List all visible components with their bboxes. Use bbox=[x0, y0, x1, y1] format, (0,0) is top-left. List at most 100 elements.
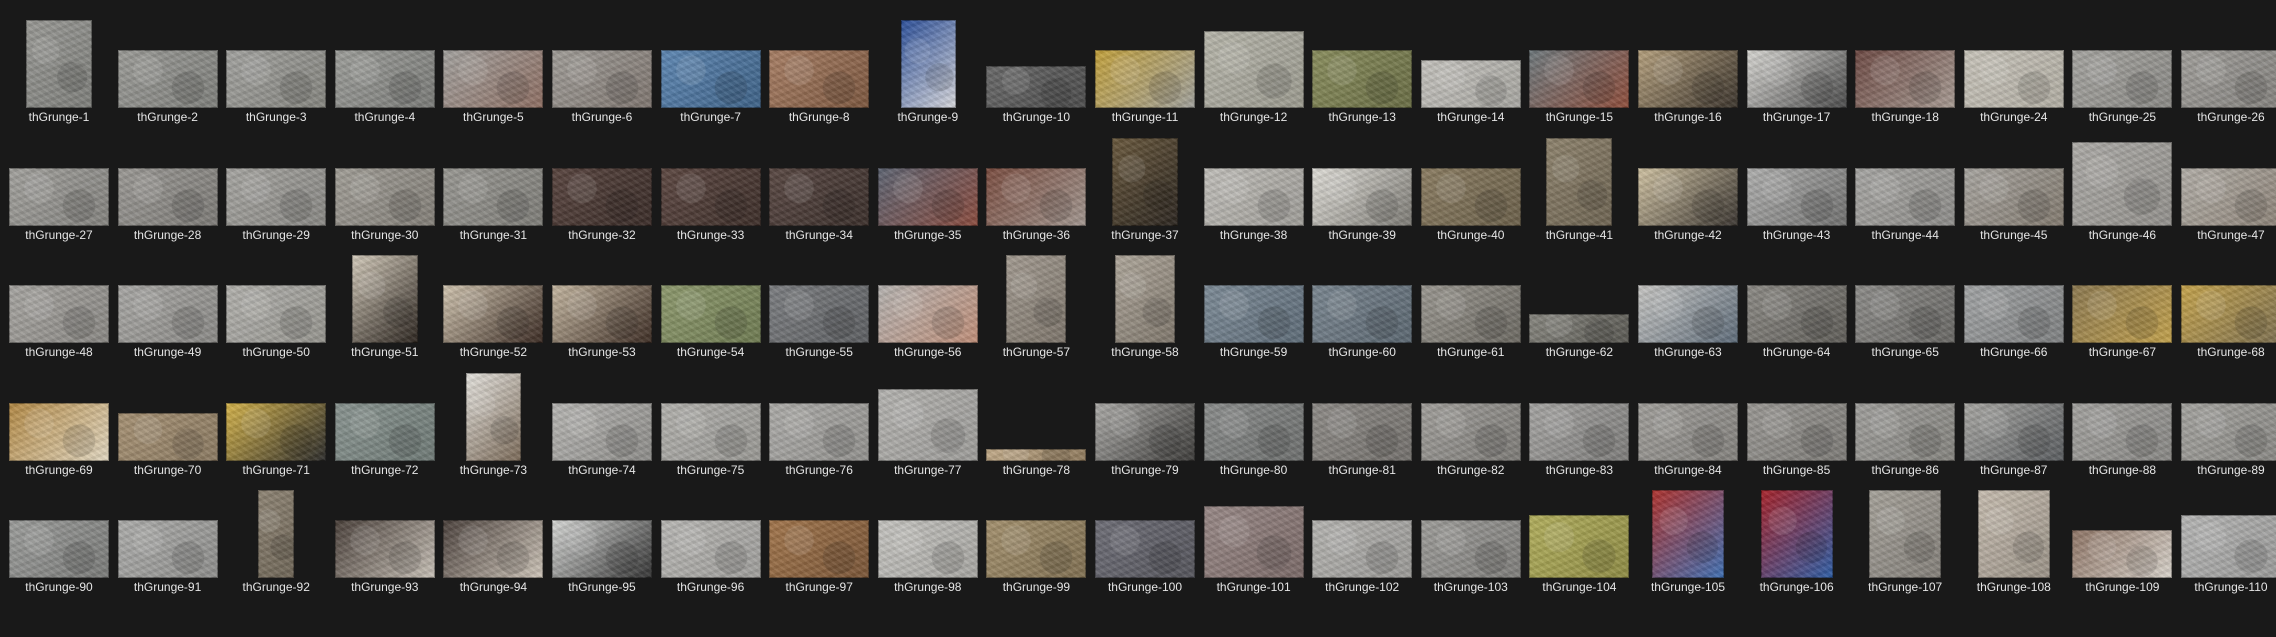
file-thumbnail-item[interactable]: thGrunge-72 bbox=[331, 363, 439, 480]
file-thumbnail-item[interactable]: thGrunge-38 bbox=[1200, 128, 1308, 245]
file-thumbnail-item[interactable]: thGrunge-42 bbox=[1634, 128, 1742, 245]
file-thumbnail-item[interactable]: thGrunge-59 bbox=[1200, 245, 1308, 362]
file-thumbnail-item[interactable]: thGrunge-8 bbox=[765, 10, 873, 127]
file-thumbnail-item[interactable]: thGrunge-45 bbox=[1960, 128, 2068, 245]
file-thumbnail-item[interactable]: thGrunge-74 bbox=[548, 363, 656, 480]
file-thumbnail-item[interactable]: thGrunge-44 bbox=[1851, 128, 1959, 245]
file-thumbnail-item[interactable]: thGrunge-5 bbox=[439, 10, 547, 127]
file-thumbnail-item[interactable]: thGrunge-56 bbox=[874, 245, 982, 362]
file-thumbnail-item[interactable]: thGrunge-90 bbox=[5, 480, 113, 597]
file-thumbnail-item[interactable]: thGrunge-105 bbox=[1634, 480, 1742, 597]
file-thumbnail-item[interactable]: thGrunge-70 bbox=[114, 363, 222, 480]
file-thumbnail-item[interactable]: thGrunge-91 bbox=[114, 480, 222, 597]
file-thumbnail-item[interactable]: thGrunge-9 bbox=[874, 10, 982, 127]
file-thumbnail-item[interactable]: thGrunge-62 bbox=[1525, 245, 1633, 362]
file-thumbnail-item[interactable]: thGrunge-10 bbox=[982, 10, 1090, 127]
file-thumbnail-item[interactable]: thGrunge-36 bbox=[982, 128, 1090, 245]
file-thumbnail-item[interactable]: thGrunge-89 bbox=[2177, 363, 2276, 480]
file-thumbnail-item[interactable]: thGrunge-46 bbox=[2068, 128, 2176, 245]
file-thumbnail-item[interactable]: thGrunge-11 bbox=[1091, 10, 1199, 127]
file-thumbnail-item[interactable]: thGrunge-75 bbox=[657, 363, 765, 480]
file-thumbnail-item[interactable]: thGrunge-26 bbox=[2177, 10, 2276, 127]
file-thumbnail-item[interactable]: thGrunge-43 bbox=[1743, 128, 1851, 245]
file-thumbnail-item[interactable]: thGrunge-16 bbox=[1634, 10, 1742, 127]
file-thumbnail-item[interactable]: thGrunge-84 bbox=[1634, 363, 1742, 480]
file-thumbnail-item[interactable]: thGrunge-78 bbox=[982, 363, 1090, 480]
file-thumbnail-item[interactable]: thGrunge-1 bbox=[5, 10, 113, 127]
file-thumbnail-item[interactable]: thGrunge-30 bbox=[331, 128, 439, 245]
file-thumbnail-item[interactable]: thGrunge-103 bbox=[1417, 480, 1525, 597]
file-thumbnail-item[interactable]: thGrunge-71 bbox=[222, 363, 330, 480]
file-thumbnail-item[interactable]: thGrunge-14 bbox=[1417, 10, 1525, 127]
file-thumbnail-item[interactable]: thGrunge-92 bbox=[222, 480, 330, 597]
file-thumbnail-item[interactable]: thGrunge-99 bbox=[982, 480, 1090, 597]
file-thumbnail-item[interactable]: thGrunge-29 bbox=[222, 128, 330, 245]
file-thumbnail-item[interactable]: thGrunge-28 bbox=[114, 128, 222, 245]
file-thumbnail-item[interactable]: thGrunge-12 bbox=[1200, 10, 1308, 127]
file-thumbnail-item[interactable]: thGrunge-65 bbox=[1851, 245, 1959, 362]
file-thumbnail-item[interactable]: thGrunge-49 bbox=[114, 245, 222, 362]
file-thumbnail-item[interactable]: thGrunge-25 bbox=[2068, 10, 2176, 127]
file-thumbnail-item[interactable]: thGrunge-83 bbox=[1525, 363, 1633, 480]
file-thumbnail-item[interactable]: thGrunge-107 bbox=[1851, 480, 1959, 597]
file-thumbnail-item[interactable]: thGrunge-106 bbox=[1743, 480, 1851, 597]
file-thumbnail-item[interactable]: thGrunge-76 bbox=[765, 363, 873, 480]
file-thumbnail-item[interactable]: thGrunge-55 bbox=[765, 245, 873, 362]
file-thumbnail-item[interactable]: thGrunge-58 bbox=[1091, 245, 1199, 362]
file-thumbnail-item[interactable]: thGrunge-64 bbox=[1743, 245, 1851, 362]
file-thumbnail-item[interactable]: thGrunge-102 bbox=[1308, 480, 1416, 597]
file-thumbnail-item[interactable]: thGrunge-27 bbox=[5, 128, 113, 245]
file-thumbnail-item[interactable]: thGrunge-54 bbox=[657, 245, 765, 362]
file-thumbnail-item[interactable]: thGrunge-32 bbox=[548, 128, 656, 245]
file-thumbnail-item[interactable]: thGrunge-86 bbox=[1851, 363, 1959, 480]
file-thumbnail-item[interactable]: thGrunge-77 bbox=[874, 363, 982, 480]
file-thumbnail-item[interactable]: thGrunge-24 bbox=[1960, 10, 2068, 127]
file-thumbnail-item[interactable]: thGrunge-98 bbox=[874, 480, 982, 597]
file-thumbnail-item[interactable]: thGrunge-48 bbox=[5, 245, 113, 362]
file-thumbnail-item[interactable]: thGrunge-73 bbox=[439, 363, 547, 480]
file-thumbnail-item[interactable]: thGrunge-61 bbox=[1417, 245, 1525, 362]
file-thumbnail-item[interactable]: thGrunge-63 bbox=[1634, 245, 1742, 362]
file-thumbnail-item[interactable]: thGrunge-87 bbox=[1960, 363, 2068, 480]
file-thumbnail-item[interactable]: thGrunge-88 bbox=[2068, 363, 2176, 480]
file-thumbnail-item[interactable]: thGrunge-85 bbox=[1743, 363, 1851, 480]
file-thumbnail-item[interactable]: thGrunge-2 bbox=[114, 10, 222, 127]
file-thumbnail-item[interactable]: thGrunge-6 bbox=[548, 10, 656, 127]
file-thumbnail-item[interactable]: thGrunge-94 bbox=[439, 480, 547, 597]
file-thumbnail-item[interactable]: thGrunge-104 bbox=[1525, 480, 1633, 597]
file-thumbnail-item[interactable]: thGrunge-57 bbox=[982, 245, 1090, 362]
file-thumbnail-item[interactable]: thGrunge-17 bbox=[1743, 10, 1851, 127]
file-thumbnail-item[interactable]: thGrunge-15 bbox=[1525, 10, 1633, 127]
file-thumbnail-item[interactable]: thGrunge-66 bbox=[1960, 245, 2068, 362]
file-thumbnail-item[interactable]: thGrunge-68 bbox=[2177, 245, 2276, 362]
file-thumbnail-item[interactable]: thGrunge-100 bbox=[1091, 480, 1199, 597]
file-thumbnail-item[interactable]: thGrunge-3 bbox=[222, 10, 330, 127]
file-thumbnail-item[interactable]: thGrunge-110 bbox=[2177, 480, 2276, 597]
file-thumbnail-item[interactable]: thGrunge-96 bbox=[657, 480, 765, 597]
file-thumbnail-item[interactable]: thGrunge-52 bbox=[439, 245, 547, 362]
file-thumbnail-item[interactable]: thGrunge-60 bbox=[1308, 245, 1416, 362]
file-thumbnail-item[interactable]: thGrunge-31 bbox=[439, 128, 547, 245]
file-thumbnail-item[interactable]: thGrunge-81 bbox=[1308, 363, 1416, 480]
file-thumbnail-item[interactable]: thGrunge-13 bbox=[1308, 10, 1416, 127]
file-thumbnail-item[interactable]: thGrunge-50 bbox=[222, 245, 330, 362]
file-thumbnail-item[interactable]: thGrunge-39 bbox=[1308, 128, 1416, 245]
file-thumbnail-item[interactable]: thGrunge-40 bbox=[1417, 128, 1525, 245]
file-thumbnail-item[interactable]: thGrunge-7 bbox=[657, 10, 765, 127]
file-thumbnail-item[interactable]: thGrunge-41 bbox=[1525, 128, 1633, 245]
file-thumbnail-item[interactable]: thGrunge-34 bbox=[765, 128, 873, 245]
file-thumbnail-item[interactable]: thGrunge-93 bbox=[331, 480, 439, 597]
file-thumbnail-item[interactable]: thGrunge-51 bbox=[331, 245, 439, 362]
file-thumbnail-item[interactable]: thGrunge-108 bbox=[1960, 480, 2068, 597]
file-thumbnail-item[interactable]: thGrunge-101 bbox=[1200, 480, 1308, 597]
file-thumbnail-item[interactable]: thGrunge-67 bbox=[2068, 245, 2176, 362]
file-thumbnail-item[interactable]: thGrunge-95 bbox=[548, 480, 656, 597]
file-thumbnail-item[interactable]: thGrunge-37 bbox=[1091, 128, 1199, 245]
file-thumbnail-item[interactable]: thGrunge-79 bbox=[1091, 363, 1199, 480]
file-thumbnail-item[interactable]: thGrunge-18 bbox=[1851, 10, 1959, 127]
file-thumbnail-item[interactable]: thGrunge-80 bbox=[1200, 363, 1308, 480]
file-thumbnail-item[interactable]: thGrunge-109 bbox=[2068, 480, 2176, 597]
file-thumbnail-item[interactable]: thGrunge-47 bbox=[2177, 128, 2276, 245]
file-thumbnail-item[interactable]: thGrunge-82 bbox=[1417, 363, 1525, 480]
file-thumbnail-item[interactable]: thGrunge-33 bbox=[657, 128, 765, 245]
